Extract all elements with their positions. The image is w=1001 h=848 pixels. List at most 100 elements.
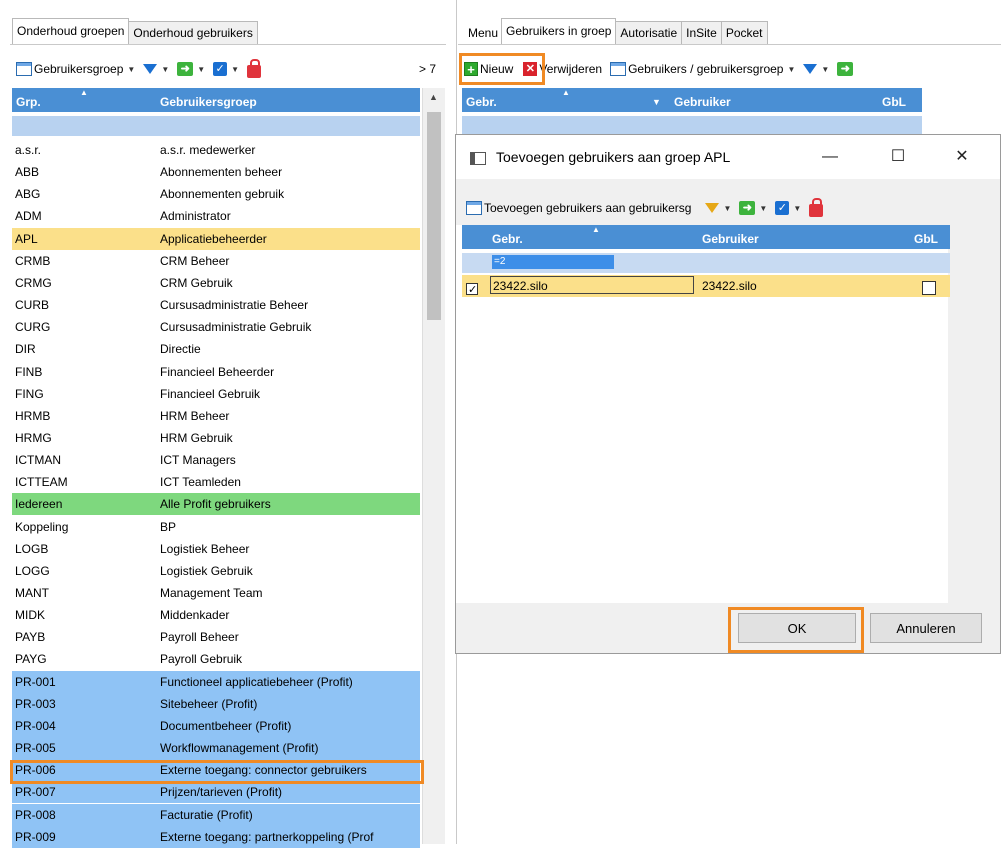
table-row[interactable]: ICTMAN ICT Managers [12, 449, 420, 471]
dialog-select-button[interactable]: ✓ ▼ [775, 201, 801, 215]
table-row[interactable]: PR-007 Prijzen/tarieven (Profit) [12, 781, 420, 804]
table-row[interactable]: PAYG Payroll Gebruik [12, 648, 420, 670]
dialog-table-row[interactable]: ✓ 23422.silo 23422.silo [462, 275, 950, 297]
lock-button[interactable] [247, 58, 262, 78]
new-button[interactable]: + Nieuw [464, 62, 513, 76]
dialog-groups-view-button[interactable]: Toevoegen gebruikers aan gebruikersg [466, 201, 691, 215]
table-row[interactable]: FING Financieel Gebruik [12, 383, 420, 405]
table-row[interactable]: HRMG HRM Gebruik [12, 427, 420, 449]
left-filter-row[interactable] [12, 116, 420, 136]
dialog-lock-button[interactable] [809, 197, 824, 217]
overflow-button[interactable]: > 7 [419, 62, 436, 76]
dialog-column-gbl[interactable]: GbL [914, 227, 938, 251]
table-row[interactable]: Iedereen Alle Profit gebruikers [12, 493, 420, 516]
table-row[interactable]: PR-005 Workflowmanagement (Profit) [12, 737, 420, 760]
group-code: PAYB [15, 630, 46, 645]
dialog-export-button[interactable]: ➜ ▼ [739, 201, 767, 215]
tab-onderhoud-groepen[interactable]: Onderhoud groepen [12, 18, 130, 44]
ok-button[interactable]: OK [738, 613, 856, 643]
group-code: MIDK [15, 608, 45, 623]
table-row[interactable]: FINB Financieel Beheerder [12, 361, 420, 383]
group-name: Applicatiebeheerder [160, 231, 267, 246]
table-row[interactable]: ABG Abonnementen gebruik [12, 183, 420, 205]
right-export-button[interactable]: ➜ [837, 62, 854, 76]
column-grp[interactable]: Grp. [16, 90, 41, 114]
table-row[interactable]: DIR Directie [12, 338, 420, 360]
dialog-filter-row[interactable]: =2 [462, 253, 950, 273]
table-row[interactable]: MANT Management Team [12, 582, 420, 604]
left-scrollbar[interactable]: ▲ [422, 88, 445, 844]
delete-button[interactable]: ✕ Verwijderen [523, 62, 602, 76]
table-row[interactable]: PR-003 Sitebeheer (Profit) [12, 692, 420, 715]
table-row[interactable]: HRMB HRM Beheer [12, 405, 420, 427]
chevron-down-icon: ▼ [821, 64, 830, 74]
groups-view-button[interactable]: Gebruikersgroep ▼ [16, 62, 135, 76]
filter-icon [143, 64, 158, 74]
group-code: Iedereen [15, 497, 63, 512]
tab-gebruikers-in-groep[interactable]: Gebruikers in groep [501, 18, 617, 44]
table-row[interactable]: LOGB Logistiek Beheer [12, 538, 420, 560]
table-row[interactable]: PR-009 Externe toegang: partnerkoppeling … [12, 825, 420, 848]
lock-icon [247, 58, 262, 78]
tab-onderhoud-gebruikers[interactable]: Onderhoud gebruikers [128, 21, 258, 44]
tab-insite[interactable]: InSite [681, 21, 722, 44]
group-name: Workflowmanagement (Profit) [160, 741, 319, 756]
column-gebruikersgroep[interactable]: Gebruikersgroep [160, 90, 257, 114]
table-row[interactable]: APL Applicatiebeheerder [12, 227, 420, 250]
cancel-button[interactable]: Annuleren [870, 613, 982, 643]
table-row[interactable]: PAYB Payroll Beheer [12, 626, 420, 648]
table-row[interactable]: CURG Cursusadministratie Gebruik [12, 316, 420, 338]
table-row[interactable]: PR-001 Functioneel applicatiebeheer (Prof… [12, 670, 420, 693]
group-name: Abonnementen beheer [160, 165, 283, 180]
row-select-checkbox[interactable]: ✓ [466, 280, 478, 297]
table-row[interactable]: CRMG CRM Gebruik [12, 272, 420, 294]
row-code: 23422.silo [490, 276, 694, 294]
table-row[interactable]: MIDK Middenkader [12, 604, 420, 626]
right-filter-row[interactable] [462, 116, 922, 136]
group-name: Alle Profit gebruikers [160, 497, 271, 512]
table-row[interactable]: PR-004 Documentbeheer (Profit) [12, 714, 420, 737]
column-gebr[interactable]: Gebr. [466, 90, 497, 114]
right-toolbar: + Nieuw ✕ Verwijderen Gebruikers / gebru… [464, 54, 861, 84]
group-name: ICT Managers [160, 453, 236, 468]
maximize-icon[interactable]: ☐ [884, 143, 912, 171]
table-row[interactable]: Koppeling BP [12, 516, 420, 538]
dialog-column-gebr[interactable]: Gebr. [492, 227, 523, 251]
table-row[interactable]: LOGG Logistiek Gebruik [12, 560, 420, 582]
minimize-icon[interactable]: — [816, 143, 844, 171]
table-row[interactable]: CURB Cursusadministratie Beheer [12, 294, 420, 316]
new-label: Nieuw [480, 62, 514, 76]
export-button[interactable]: ➜ ▼ [177, 62, 205, 76]
scroll-up-icon[interactable]: ▲ [429, 92, 438, 102]
tab-menu[interactable]: Menu [464, 22, 503, 44]
dialog-filter-value[interactable]: =2 [492, 255, 614, 269]
table-row[interactable]: ABB Abonnementen beheer [12, 161, 420, 183]
table-row[interactable]: ADM Administrator [12, 205, 420, 227]
group-name: Sitebeheer (Profit) [160, 696, 258, 711]
table-row[interactable]: PR-006 Externe toegang: connector gebruik… [12, 759, 420, 782]
tab-autorisatie[interactable]: Autorisatie [615, 21, 683, 44]
gbl-checkbox[interactable] [922, 280, 936, 297]
arrow-right-icon: ➜ [739, 201, 756, 215]
table-row[interactable]: PR-008 Facturatie (Profit) [12, 803, 420, 826]
right-filter-button[interactable]: ▼ [803, 64, 829, 74]
filter-button[interactable]: ▼ [143, 64, 169, 74]
column-dropdown-icon[interactable]: ▼ [652, 90, 661, 114]
table-row[interactable]: CRMB CRM Beheer [12, 250, 420, 272]
dialog-filter-button[interactable]: ▼ [705, 203, 731, 213]
scroll-thumb[interactable] [427, 112, 441, 320]
table-row[interactable]: a.s.r. a.s.r. medewerker [12, 139, 420, 161]
checkbox-checked-icon: ✓ [466, 283, 478, 296]
column-gebruiker[interactable]: Gebruiker [674, 90, 731, 114]
table-row[interactable]: ICTTEAM ICT Teamleden [12, 471, 420, 493]
select-button[interactable]: ✓ ▼ [213, 62, 239, 76]
group-code: LOGB [15, 541, 49, 556]
lock-icon [809, 197, 824, 217]
close-icon[interactable]: ✕ [948, 143, 976, 171]
dialog-title: Toevoegen gebruikers aan groep APL [496, 149, 731, 165]
users-groups-view-button[interactable]: Gebruikers / gebruikersgroep ▼ [610, 62, 795, 76]
grid-icon [16, 62, 32, 76]
column-gbl[interactable]: GbL [882, 90, 906, 114]
tab-pocket[interactable]: Pocket [720, 21, 768, 44]
dialog-column-gebruiker[interactable]: Gebruiker [702, 227, 759, 251]
